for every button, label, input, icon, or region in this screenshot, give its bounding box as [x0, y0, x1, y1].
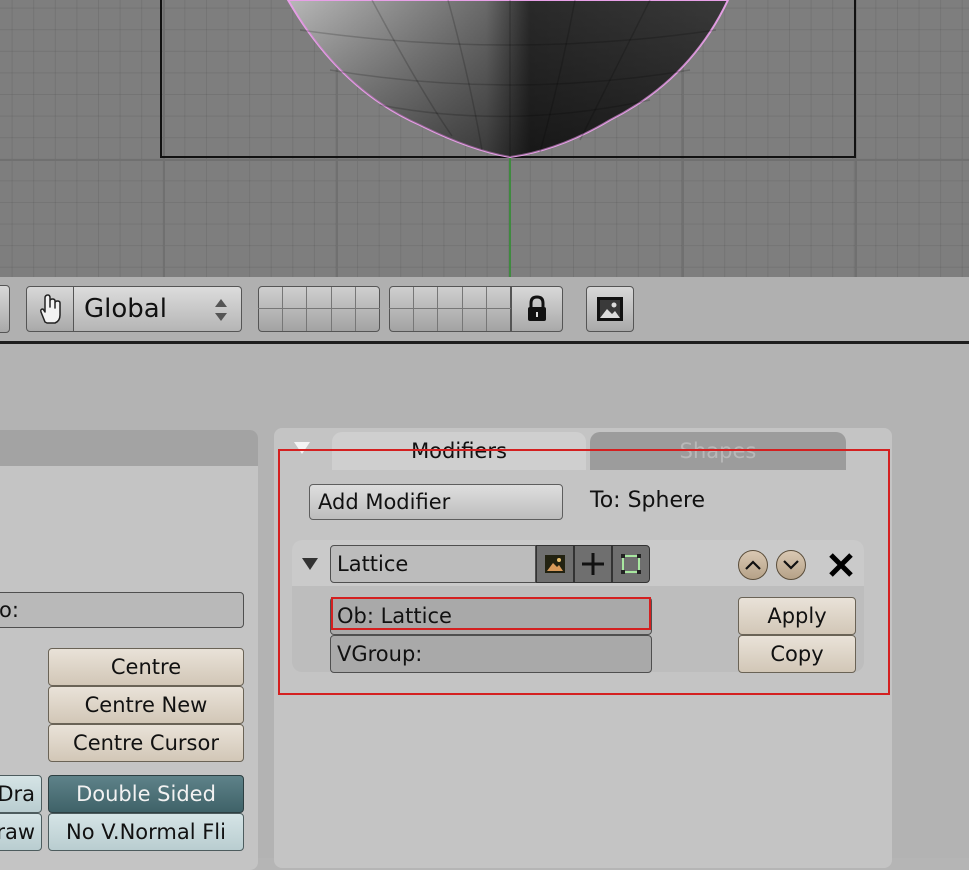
- move-up-button[interactable]: [738, 550, 768, 580]
- chevron-up-icon: [745, 560, 761, 570]
- chevron-down-icon: [783, 560, 799, 570]
- hand-transform-button[interactable]: [26, 286, 74, 332]
- double-sided-toggle[interactable]: Double Sided: [48, 775, 244, 813]
- render-button[interactable]: [586, 286, 634, 332]
- partial-text-field[interactable]: o:: [0, 592, 244, 628]
- lock-layer-button[interactable]: [511, 286, 563, 332]
- coord-system-select[interactable]: Global: [74, 286, 242, 332]
- lock-icon: [528, 295, 546, 321]
- cage-toggle[interactable]: [612, 545, 650, 583]
- editmode-toggle[interactable]: [574, 545, 612, 583]
- apply-button[interactable]: Apply: [738, 597, 856, 635]
- layer-buttons-1[interactable]: [258, 286, 380, 332]
- link-materials-panel-header: [0, 430, 258, 466]
- viewport-scene: [160, 0, 856, 277]
- cage-square-icon: [621, 554, 641, 574]
- copy-button[interactable]: Copy: [738, 635, 856, 673]
- add-modifier-button[interactable]: Add Modifier: [309, 484, 563, 520]
- render-image-icon: [597, 297, 623, 321]
- toolbar-partial-button[interactable]: [0, 285, 10, 333]
- centre-new-button[interactable]: Centre New: [48, 686, 244, 724]
- no-vnormal-flip-toggle[interactable]: No V.Normal Fli: [48, 813, 244, 851]
- centre-cursor-button[interactable]: Centre Cursor: [48, 724, 244, 762]
- object-field-highlight: [331, 597, 651, 630]
- render-toggle[interactable]: [536, 545, 574, 583]
- partial-toggle-draw[interactable]: Dra: [0, 775, 42, 813]
- modifier-target-label: To: Sphere: [590, 488, 706, 513]
- layer-buttons-2[interactable]: [389, 286, 511, 332]
- modifier-name-field[interactable]: Lattice: [330, 545, 536, 583]
- buttons-window: o: Centre Centre New Centre Cursor Dra r…: [0, 344, 969, 870]
- vgroup-field[interactable]: VGroup:: [330, 635, 652, 673]
- coord-system-label: Global: [84, 294, 167, 324]
- updown-arrows-icon: [215, 299, 227, 321]
- hand-icon: [40, 294, 61, 324]
- partial-toggle-raw[interactable]: raw: [0, 813, 42, 851]
- move-down-button[interactable]: [776, 550, 806, 580]
- edit-cross-icon: [582, 553, 604, 575]
- modifier-expand-icon[interactable]: [300, 556, 320, 572]
- delete-modifier-icon[interactable]: [828, 552, 854, 578]
- 3d-viewport[interactable]: [0, 0, 969, 277]
- centre-button[interactable]: Centre: [48, 648, 244, 686]
- render-toggle-icon: [545, 555, 565, 573]
- viewport-header: Global: [0, 277, 969, 344]
